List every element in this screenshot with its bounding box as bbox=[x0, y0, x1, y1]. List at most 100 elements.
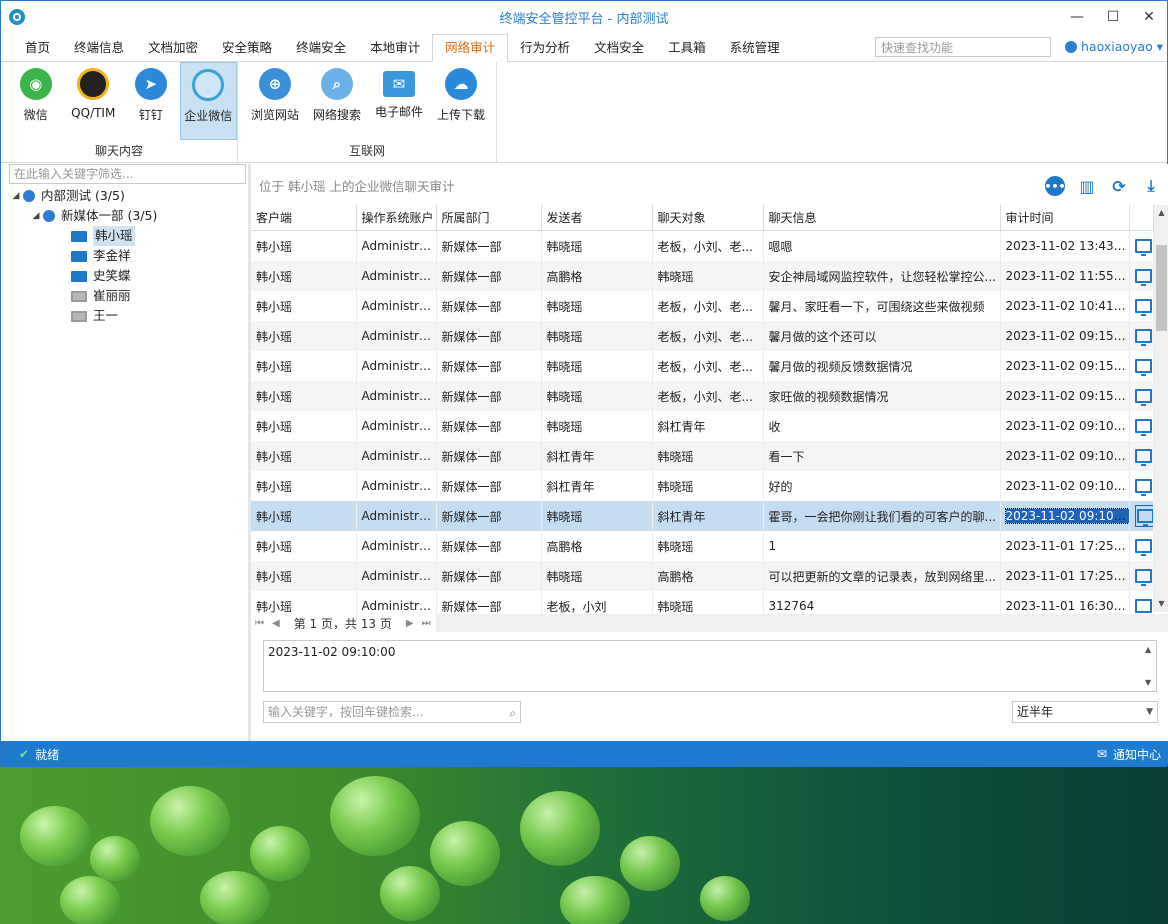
tree-filter-input[interactable]: 在此输入关键字筛选... bbox=[9, 164, 246, 184]
remote-view-cell[interactable] bbox=[1129, 351, 1154, 381]
column-header-audit-time[interactable]: 审计时间 bbox=[1000, 205, 1130, 231]
monitor-icon[interactable] bbox=[1134, 479, 1152, 496]
tab-network-audit[interactable]: 网络审计 bbox=[432, 34, 509, 62]
monitor-icon[interactable] bbox=[1134, 539, 1152, 556]
table-row[interactable]: 韩小瑶 Administra... 新媒体一部 韩晓瑶 高鹏格 可以把更新的文章的记录表，… bbox=[251, 561, 1154, 591]
remote-view-cell[interactable] bbox=[1129, 441, 1154, 471]
scroll-down-icon[interactable]: ▼ bbox=[1154, 596, 1168, 612]
tab-behavior-analysis[interactable]: 行为分析 bbox=[508, 35, 582, 61]
expand-arrow-icon[interactable]: ◢ bbox=[9, 186, 23, 206]
scroll-thumb[interactable] bbox=[1156, 245, 1167, 331]
ribbon-dingtalk[interactable]: ➤ 钉钉 bbox=[122, 62, 180, 140]
detail-scroll-up-icon[interactable]: ▲ bbox=[1145, 645, 1151, 654]
remote-view-cell[interactable] bbox=[1129, 531, 1154, 561]
monitor-icon[interactable] bbox=[1134, 569, 1152, 586]
tab-home[interactable]: 首页 bbox=[13, 35, 62, 61]
detail-scroll-down-icon[interactable]: ▼ bbox=[1145, 678, 1151, 687]
tab-toolbox[interactable]: 工具箱 bbox=[656, 35, 718, 61]
table-row[interactable]: 韩小瑶 Administra... 新媒体一部 韩晓瑶 斜杠青年收 2023-11-02 … bbox=[251, 411, 1154, 441]
remote-view-cell[interactable] bbox=[1129, 381, 1154, 411]
table-row[interactable]: 韩小瑶 Administra... 新媒体一部 韩晓瑶 老板，小刘、老... 馨月、家旺看… bbox=[251, 291, 1154, 321]
download-icon[interactable]: ⤓ bbox=[1141, 176, 1161, 196]
ribbon-wecom[interactable]: 企业微信 bbox=[179, 62, 238, 140]
ribbon-web-search[interactable]: ⌕ 网络搜索 bbox=[306, 62, 368, 140]
table-vertical-scrollbar[interactable]: ▲ ▼ bbox=[1154, 205, 1168, 612]
ribbon-email[interactable]: ✉ 电子邮件 bbox=[368, 62, 430, 140]
table-row[interactable]: 韩小瑶 Administra... 新媒体一部 韩晓瑶 老板，小刘、老... 嗯嗯 2023… bbox=[251, 230, 1154, 261]
table-row[interactable]: 韩小瑶 Administra... 新媒体一部 高鹏格 韩晓瑶 1 2023-11-01 1… bbox=[251, 531, 1154, 561]
table-row[interactable]: 韩小瑶 Administra... 新媒体一部 斜杠青年 韩晓瑶 好的 2023-11-02… bbox=[251, 471, 1154, 501]
monitor-icon[interactable] bbox=[1134, 389, 1152, 406]
tree-node-group[interactable]: ◢ 内部测试 (3/5) bbox=[9, 186, 247, 206]
remote-view-cell[interactable] bbox=[1129, 471, 1154, 501]
tree-node-computer[interactable]: 李金祥 bbox=[9, 246, 247, 266]
table-row[interactable]: 韩小瑶 Administra... 新媒体一部 韩晓瑶 老板，小刘、老... 馨月做的视频… bbox=[251, 351, 1154, 381]
tree-node-computer[interactable]: 史笑蝶 bbox=[9, 266, 247, 286]
table-row[interactable]: 韩小瑶 Administra... 新媒体一部 韩晓瑶 斜杠青年 霍哥，一会把你刚让我们看… bbox=[251, 501, 1154, 531]
table-row[interactable]: 韩小瑶 Administra... 新媒体一部 斜杠青年 韩晓瑶 看一下 2023-11-0… bbox=[251, 441, 1154, 471]
search-icon[interactable]: ⌕ bbox=[509, 703, 516, 723]
tab-security-policy[interactable]: 安全策略 bbox=[210, 35, 284, 61]
remote-view-cell[interactable] bbox=[1129, 501, 1154, 531]
ribbon-browse-web[interactable]: ⊕ 浏览网站 bbox=[244, 62, 306, 140]
tab-doc-encrypt[interactable]: 文档加密 bbox=[136, 35, 210, 61]
scroll-up-icon[interactable]: ▲ bbox=[1154, 205, 1168, 221]
minimize-button[interactable]: — bbox=[1059, 1, 1095, 33]
close-button[interactable]: ✕ bbox=[1131, 1, 1167, 33]
ribbon-qq[interactable]: QQ/TIM bbox=[65, 62, 123, 140]
tab-doc-security[interactable]: 文档安全 bbox=[582, 35, 656, 61]
time-range-select[interactable]: 近半年 ▼ bbox=[1012, 701, 1158, 723]
column-header-department[interactable]: 所属部门 bbox=[436, 205, 542, 231]
monitor-icon[interactable] bbox=[1134, 449, 1152, 466]
notification-center-button[interactable]: ✉ 通知中心 bbox=[1097, 746, 1161, 763]
column-header-message[interactable]: 聊天信息 bbox=[763, 205, 1001, 231]
monitor-icon[interactable] bbox=[1134, 419, 1152, 436]
ribbon-upload-download[interactable]: ☁ 上传下载 bbox=[430, 62, 492, 140]
monitor-icon[interactable] bbox=[1134, 329, 1152, 346]
next-page-icon[interactable]: ▶ bbox=[406, 618, 414, 629]
monitor-icon[interactable] bbox=[1134, 269, 1152, 286]
last-page-icon[interactable]: ⏭ bbox=[422, 618, 431, 629]
ribbon-wechat[interactable]: ◉ 微信 bbox=[7, 62, 65, 140]
tree-node-computer[interactable]: 韩小瑶 bbox=[9, 226, 247, 246]
tab-terminal-security[interactable]: 终端安全 bbox=[284, 35, 358, 61]
monitor-icon[interactable] bbox=[1137, 509, 1152, 526]
monitor-icon[interactable] bbox=[1134, 299, 1152, 316]
tree-node-computer[interactable]: 崔丽丽 bbox=[9, 286, 247, 306]
quick-search-input[interactable]: 快速查找功能 bbox=[875, 37, 1051, 57]
monitor-icon[interactable] bbox=[1134, 239, 1152, 256]
refresh-icon[interactable]: ⟳ bbox=[1109, 176, 1129, 196]
remote-view-cell[interactable] bbox=[1129, 261, 1154, 291]
maximize-button[interactable]: ☐ bbox=[1095, 1, 1131, 33]
monitor-icon[interactable] bbox=[1134, 359, 1152, 376]
column-layout-icon[interactable]: ▥ bbox=[1077, 176, 1097, 196]
remote-view-cell[interactable] bbox=[1129, 291, 1154, 321]
column-header-os-account[interactable]: 操作系统账户 bbox=[356, 205, 437, 231]
tree-node-group[interactable]: ◢ 新媒体一部 (3/5) bbox=[9, 206, 247, 226]
tab-system-manage[interactable]: 系统管理 bbox=[718, 35, 792, 61]
tab-terminal-info[interactable]: 终端信息 bbox=[62, 35, 136, 61]
monitor-icon[interactable] bbox=[1134, 599, 1152, 616]
user-menu[interactable]: haoxiaoyao ▾ bbox=[1065, 39, 1163, 54]
keyword-search-input[interactable]: 输入关键字，按回车键检索... ⌕ bbox=[263, 701, 521, 723]
table-row[interactable]: 韩小瑶 Administra... 新媒体一部 韩晓瑶 老板，小刘、老... 馨月做的这个… bbox=[251, 321, 1154, 351]
table-horizontal-scrollbar[interactable] bbox=[436, 614, 1168, 632]
remote-view-cell[interactable] bbox=[1129, 561, 1154, 591]
column-header-client[interactable]: 客户端 bbox=[251, 205, 357, 231]
prev-page-icon[interactable]: ◀ bbox=[272, 618, 280, 629]
remote-view-cell[interactable] bbox=[1129, 411, 1154, 441]
table-row[interactable]: 韩小瑶 Administra... 新媒体一部 高鹏格 韩晓瑶 安企神局域网监控软件，让您… bbox=[251, 261, 1154, 291]
column-header-sender[interactable]: 发送者 bbox=[541, 205, 653, 231]
tree-node-computer[interactable]: 王一 bbox=[9, 306, 247, 326]
tab-local-audit[interactable]: 本地审计 bbox=[358, 35, 432, 61]
first-page-icon[interactable]: ⏮ bbox=[255, 618, 264, 629]
expand-arrow-icon[interactable]: ◢ bbox=[29, 206, 43, 226]
remote-view-cell[interactable] bbox=[1129, 230, 1154, 261]
remote-view-cell[interactable] bbox=[1129, 321, 1154, 351]
column-header-chat-target[interactable]: 聊天对象 bbox=[652, 205, 764, 231]
cell-audit-time: 2023-11-02 13:43:00 bbox=[1000, 230, 1130, 261]
table-row[interactable]: 韩小瑶 Administra... 新媒体一部 韩晓瑶 老板，小刘、老... 家旺做的视频… bbox=[251, 381, 1154, 411]
message-detail-box[interactable]: 2023-11-02 09:10:00 ▲ ▼ bbox=[263, 640, 1157, 692]
cell-client: 韩小瑶 bbox=[251, 351, 357, 381]
more-options-icon[interactable]: ••• bbox=[1044, 176, 1066, 196]
